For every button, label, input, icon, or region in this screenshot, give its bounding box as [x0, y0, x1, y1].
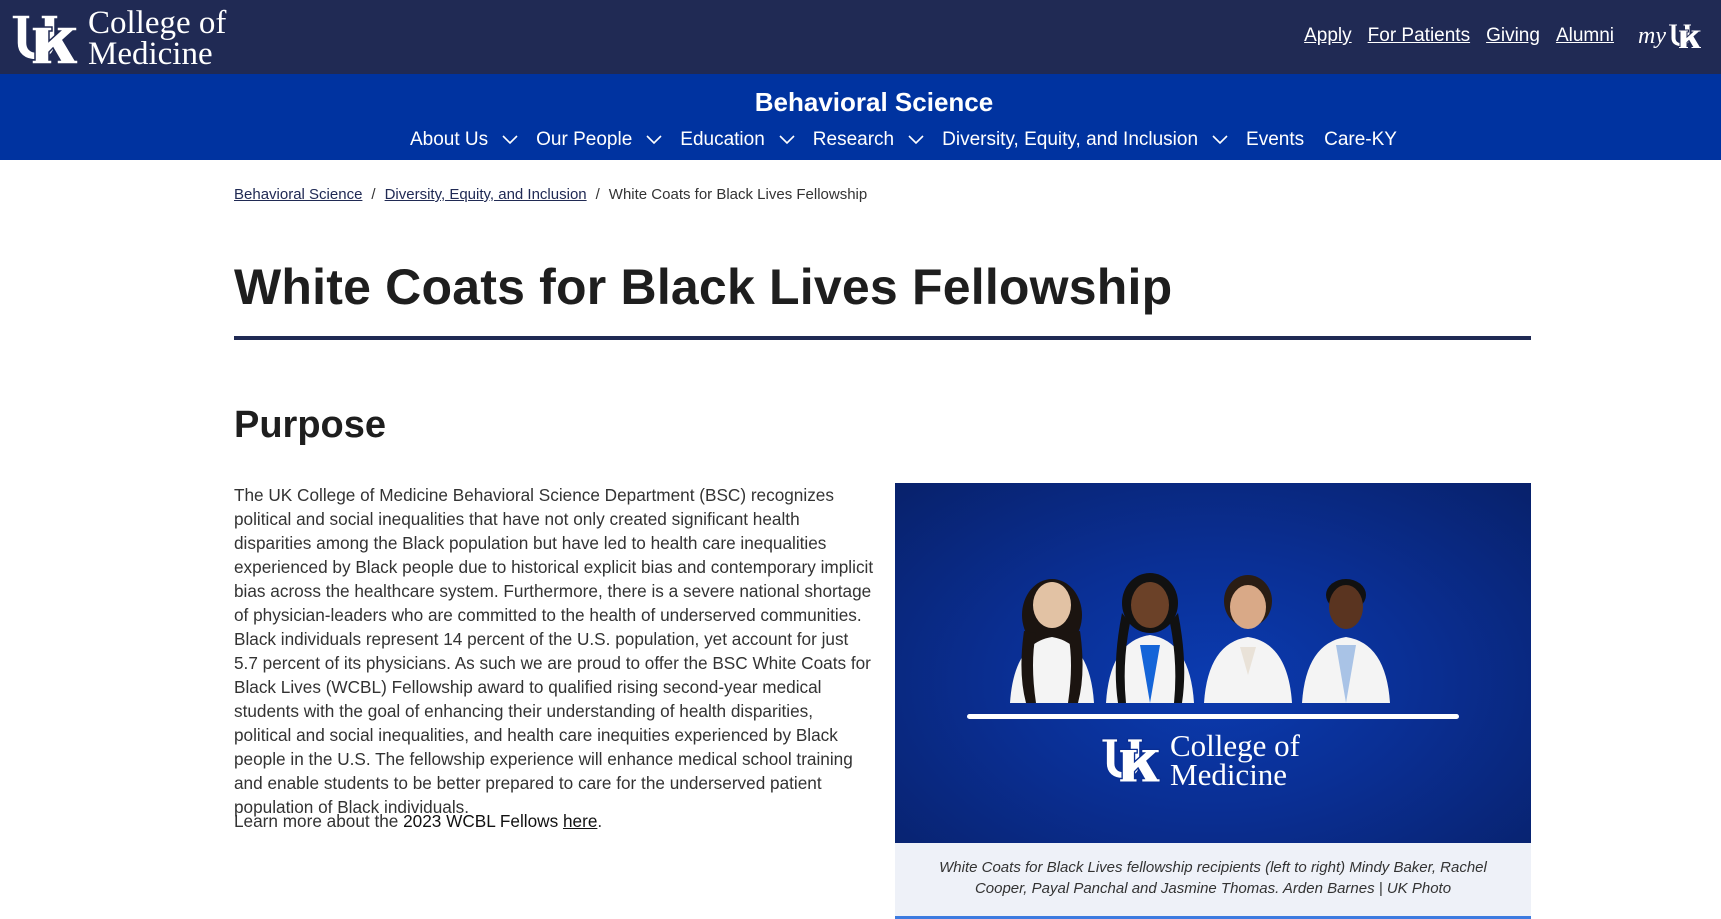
department-title[interactable]: Behavioral Science: [0, 87, 1721, 118]
stage-divider: [967, 714, 1459, 719]
page-title: White Coats for Black Lives Fellowship: [234, 259, 1173, 315]
figure-logo-line-1: College of: [1170, 728, 1300, 763]
fellows-group-image: [1010, 573, 1390, 703]
person-4: [1302, 579, 1390, 703]
utility-nav: Apply For Patients Giving Alumni my: [1288, 22, 1703, 50]
nav-label: About Us: [410, 129, 489, 150]
myuk-icon: [1668, 23, 1702, 49]
figure-logo: College of Medicine: [1100, 728, 1300, 792]
nav-research[interactable]: Research: [813, 129, 942, 151]
nav-label: Care-KY: [1324, 129, 1397, 150]
figure-logo-text: College of Medicine: [1170, 728, 1300, 792]
chevron-down-icon[interactable]: [908, 135, 924, 145]
learn-strong: 2023 WCBL Fellows: [403, 811, 559, 831]
breadcrumb-separator: /: [595, 186, 600, 203]
logo-line-1: College of: [88, 5, 227, 41]
nav-our-people[interactable]: Our People: [536, 129, 680, 151]
nav-label: Our People: [536, 129, 633, 150]
giving-link[interactable]: Giving: [1486, 25, 1540, 47]
nav-label: Events: [1246, 129, 1305, 150]
myuk-label: my: [1638, 22, 1666, 49]
breadcrumb: Behavioral Science / Diversity, Equity, …: [234, 186, 867, 203]
uk-logo-icon: [1101, 738, 1161, 783]
myuk-link[interactable]: my: [1638, 22, 1703, 50]
chevron-down-icon[interactable]: [646, 135, 662, 145]
nav-label: Education: [680, 129, 765, 150]
breadcrumb-behavioral-science[interactable]: Behavioral Science: [234, 186, 362, 203]
college-logo[interactable]: College of Medicine: [10, 5, 227, 72]
person-1: [1010, 579, 1094, 703]
apply-link[interactable]: Apply: [1304, 25, 1352, 47]
alumni-link[interactable]: Alumni: [1556, 25, 1614, 47]
for-patients-link[interactable]: For Patients: [1368, 25, 1470, 47]
learn-prefix: Learn more about the: [234, 811, 404, 831]
nav-label: Research: [812, 129, 895, 150]
person-3: [1204, 575, 1292, 703]
nav-dei[interactable]: Diversity, Equity, and Inclusion: [942, 129, 1246, 151]
nav-about-us[interactable]: About Us: [410, 129, 536, 151]
here-link[interactable]: here: [563, 811, 597, 831]
top-header: College of Medicine Apply For Patients G…: [0, 0, 1721, 74]
nav-events[interactable]: Events: [1246, 129, 1304, 151]
chevron-down-icon[interactable]: [779, 135, 795, 145]
purpose-paragraph: The UK College of Medicine Behavioral Sc…: [234, 485, 874, 817]
title-divider: [234, 336, 1531, 340]
person-2: [1106, 573, 1194, 703]
nav-care-ky[interactable]: Care-KY: [1324, 129, 1397, 151]
college-logo-text: College of Medicine: [88, 5, 227, 72]
chevron-down-icon[interactable]: [502, 135, 518, 145]
logo-line-2: Medicine: [88, 36, 213, 72]
breadcrumb-separator: /: [371, 186, 376, 203]
nav-education[interactable]: Education: [680, 129, 813, 151]
uk-logo-icon: [11, 14, 79, 65]
breadcrumb-current: White Coats for Black Lives Fellowship: [608, 186, 868, 203]
breadcrumb-dei[interactable]: Diversity, Equity, and Inclusion: [385, 186, 587, 203]
chevron-down-icon[interactable]: [1212, 135, 1228, 145]
fellows-photo: College of Medicine: [895, 483, 1531, 843]
main-nav: About Us Our People Education Research D…: [410, 129, 1417, 151]
section-heading: Purpose: [234, 404, 387, 446]
learn-suffix: .: [597, 811, 603, 831]
department-nav-bar: Behavioral Science About Us Our People E…: [0, 74, 1721, 160]
nav-label: Diversity, Equity, and Inclusion: [942, 129, 1199, 150]
figure-logo-line-2: Medicine: [1170, 757, 1288, 792]
photo-caption: White Coats for Black Lives fellowship r…: [895, 843, 1531, 919]
learn-more-text: Learn more about the 2023 WCBL Fellows h…: [234, 811, 602, 832]
